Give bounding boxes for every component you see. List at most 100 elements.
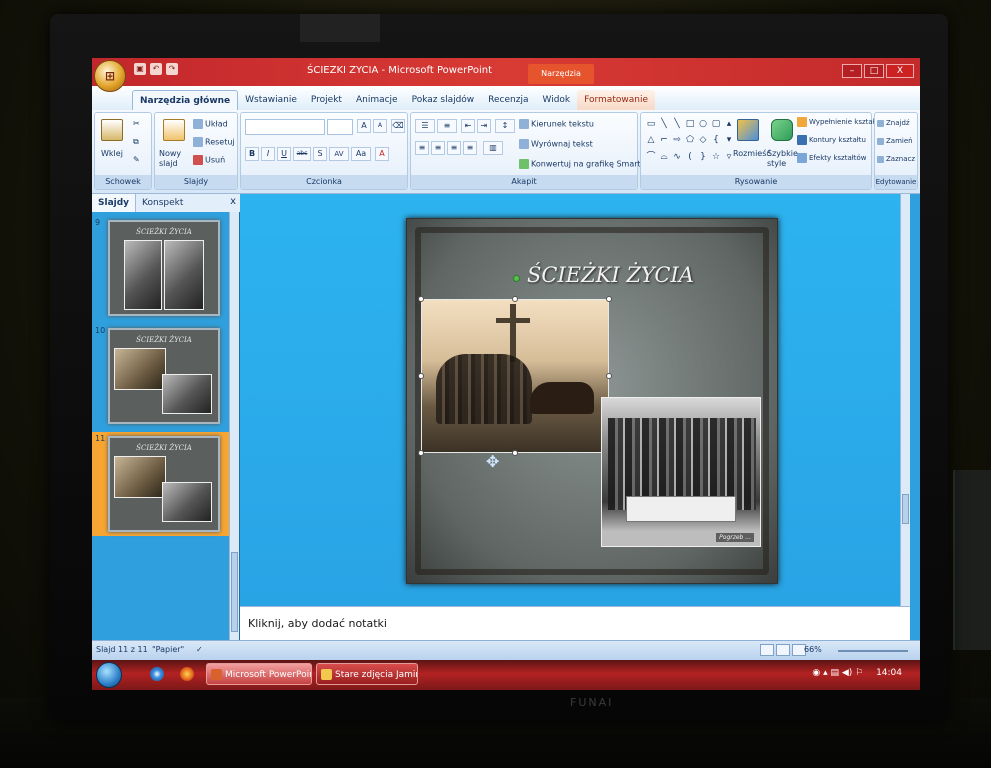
brace2-shape-icon[interactable]: }: [697, 150, 709, 165]
resize-handle[interactable]: [606, 373, 612, 379]
arrange-icon[interactable]: [737, 119, 759, 141]
resize-handle[interactable]: [512, 450, 518, 456]
chrome-icon[interactable]: [150, 667, 164, 681]
elbow-shape-icon[interactable]: ⌐: [658, 133, 670, 148]
spellcheck-icon[interactable]: ✓: [196, 645, 203, 654]
office-logo-icon[interactable]: ⊞: [94, 60, 126, 92]
tab-outline[interactable]: Konspekt: [136, 194, 189, 212]
star-shape-icon[interactable]: ☆: [710, 150, 722, 165]
italic-button[interactable]: I: [261, 147, 275, 161]
zoom-level[interactable]: 66%: [804, 645, 822, 654]
slide-thumbnail-9[interactable]: 9 ŚCIEŻKI ŻYCIA: [92, 216, 230, 320]
scrollbar-thumb[interactable]: [231, 552, 238, 632]
tab-slides[interactable]: Slajdy: [92, 194, 137, 212]
resize-handle[interactable]: [418, 450, 424, 456]
stage-scrollbar[interactable]: [900, 194, 910, 644]
bold-button[interactable]: B: [245, 147, 259, 161]
reset-button[interactable]: Resetuj: [193, 137, 235, 147]
numbering-icon[interactable]: ≡: [437, 119, 457, 133]
flowchart-shape-icon[interactable]: ◇: [697, 133, 709, 148]
triangle-shape-icon[interactable]: △: [645, 133, 657, 148]
decrease-indent-icon[interactable]: ⇤: [461, 119, 475, 133]
tab-format[interactable]: Formatowanie: [577, 90, 655, 110]
line-shape-icon[interactable]: ╲: [658, 117, 670, 132]
font-name-combo[interactable]: [245, 119, 325, 135]
more-shapes-icon[interactable]: ▴: [723, 117, 735, 132]
tab-home[interactable]: Narzędzia główne: [132, 90, 239, 110]
shapes-gallery[interactable]: ▭ ╲ ╲ □ ○ ▢ ▴ △ ⌐ ⇨ ⬠ ◇{▾ ⌒ ⌓ ∿(} ☆ ▿: [645, 117, 731, 165]
new-slide-button[interactable]: Nowy slajd: [159, 149, 189, 169]
grow-font-button[interactable]: A: [357, 119, 371, 133]
more-shapes2-icon[interactable]: ▾: [723, 133, 735, 148]
copy-icon[interactable]: ⧉: [133, 137, 139, 147]
resize-handle[interactable]: [418, 296, 424, 302]
bullets-icon[interactable]: ☰: [415, 119, 435, 133]
current-slide[interactable]: ŚCIEŻKI ŻYCIA Pogrzeb ...: [406, 218, 778, 584]
tab-animations[interactable]: Animacje: [349, 90, 405, 110]
increase-indent-icon[interactable]: ⇥: [477, 119, 491, 133]
oval-shape-icon[interactable]: ○: [697, 117, 709, 132]
textbox-shape-icon[interactable]: ▭: [645, 117, 657, 132]
font-size-combo[interactable]: [327, 119, 353, 135]
curve-shape-icon[interactable]: ⌒: [645, 150, 657, 165]
tab-insert[interactable]: Wstawianie: [238, 90, 304, 110]
shape-fill-button[interactable]: Wypełnienie kształtu: [797, 117, 882, 127]
align-left-icon[interactable]: ≡: [415, 141, 429, 155]
resize-handle[interactable]: [606, 296, 612, 302]
slide-thumbnail-11[interactable]: 11 ŚCIEŻKI ŻYCIA: [92, 432, 230, 536]
underline-button[interactable]: U: [277, 147, 291, 161]
align-text-button[interactable]: Wyrównaj tekst: [519, 139, 593, 149]
shrink-font-button[interactable]: A: [373, 119, 387, 133]
arrange-button[interactable]: Rozmieść: [733, 149, 771, 158]
tab-view[interactable]: Widok: [536, 90, 578, 110]
sorter-view-icon[interactable]: [776, 644, 790, 656]
close-icon[interactable]: x: [230, 196, 236, 207]
rect-shape-icon[interactable]: □: [684, 117, 696, 132]
cut-icon[interactable]: ✂: [133, 119, 140, 128]
paste-icon[interactable]: [101, 119, 123, 141]
align-right-icon[interactable]: ≡: [447, 141, 461, 155]
smartart-button[interactable]: Konwertuj na grafikę SmartArt: [519, 159, 653, 169]
start-button-icon[interactable]: [96, 662, 122, 688]
firefox-icon[interactable]: [180, 667, 194, 681]
slide-editing-area[interactable]: ŚCIEŻKI ŻYCIA Pogrzeb ... ✥: [240, 194, 910, 644]
normal-view-icon[interactable]: [760, 644, 774, 656]
line-spacing-icon[interactable]: ↕: [495, 119, 515, 133]
shape-outline-button[interactable]: Kontury kształtu: [797, 135, 866, 145]
quick-styles-icon[interactable]: [771, 119, 793, 141]
minimize-icon[interactable]: –: [842, 64, 862, 78]
resize-handle[interactable]: [512, 296, 518, 302]
font-color-button[interactable]: A: [375, 147, 389, 161]
delete-slide-button[interactable]: Usuń: [193, 155, 225, 165]
layout-button[interactable]: Układ: [193, 119, 228, 129]
tab-slideshow[interactable]: Pokaz slajdów: [405, 90, 482, 110]
tab-review[interactable]: Recenzja: [481, 90, 535, 110]
bracket-shape-icon[interactable]: (: [684, 150, 696, 165]
align-center-icon[interactable]: ≡: [431, 141, 445, 155]
slide-thumbnail-10[interactable]: 10 ŚCIEŻKI ŻYCIA: [92, 324, 230, 428]
slide-photo-funeral[interactable]: Pogrzeb ...: [601, 397, 761, 547]
change-case-button[interactable]: Aa: [351, 147, 371, 161]
columns-icon[interactable]: ▥: [483, 141, 503, 155]
freeform-shape-icon[interactable]: ∿: [671, 150, 683, 165]
text-direction-button[interactable]: Kierunek tekstu: [519, 119, 594, 129]
tray-icons[interactable]: ◉ ▴ ▤ ◀) ⚐: [812, 668, 863, 678]
slide-title[interactable]: ŚCIEŻKI ŻYCIA: [527, 263, 694, 287]
pane-scrollbar[interactable]: [229, 212, 239, 644]
resize-handle[interactable]: [418, 373, 424, 379]
notes-pane[interactable]: Kliknij, aby dodać notatki: [240, 606, 910, 640]
maximize-icon[interactable]: □: [864, 64, 884, 78]
shadow-button[interactable]: S: [313, 147, 327, 161]
scrollbar-thumb[interactable]: [902, 494, 909, 524]
rotation-handle[interactable]: [513, 275, 520, 282]
paste-button[interactable]: Wklej: [101, 149, 123, 158]
slide-photo-procession[interactable]: [421, 299, 609, 453]
taskbar-powerpoint[interactable]: Microsoft PowerPoin...: [206, 663, 312, 685]
line2-shape-icon[interactable]: ╲: [671, 117, 683, 132]
find-button[interactable]: Znajdź: [877, 119, 910, 127]
justify-icon[interactable]: ≡: [463, 141, 477, 155]
strikethrough-button[interactable]: abc: [293, 147, 311, 161]
close-icon[interactable]: X: [886, 64, 914, 78]
undo-icon[interactable]: ↶: [150, 63, 162, 75]
replace-button[interactable]: Zamień: [877, 137, 913, 145]
